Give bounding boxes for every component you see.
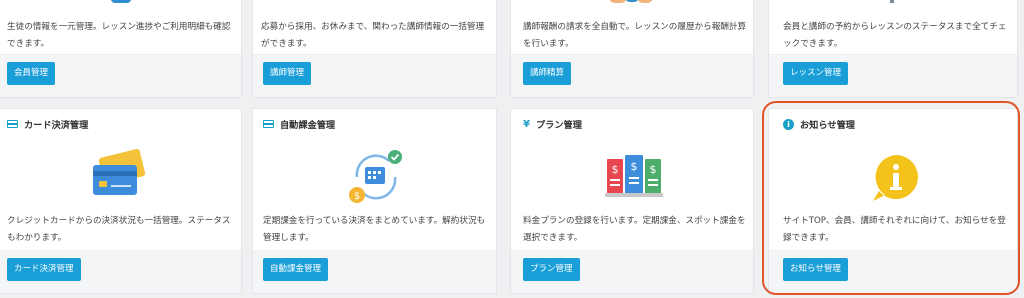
credit-cards-illustration-icon [93,149,146,195]
notice-management-title: お知らせ管理 [800,120,855,131]
card-footer: レッスン管理 [769,54,1017,97]
svg-text:$: $ [650,163,657,176]
member-management-desc: 生徒の情報を一元管理。レッスン進捗やご利用明細も確認できます。 [7,22,231,49]
price-plans-illustration-icon: $ $ $ [605,155,663,197]
recurring-billing-illustration-icon: $ [349,150,402,203]
member-illustration-icon [111,0,131,3]
notice-management-card: i お知らせ管理 サイトTOP、会員、講師それぞれに向けて、お知らせを登録できま… [768,108,1018,294]
card-payment-title: カード決済管理 [24,120,89,131]
instructor-management-button[interactable]: 講師管理 [263,62,312,85]
notice-management-header: i お知らせ管理 [783,117,855,131]
member-management-card: 生徒の情報を一元管理。レッスン進捗やご利用明細も確認できます。 会員管理 [0,0,242,98]
credit-card-icon [263,120,274,128]
lesson-management-desc: 会員と講師の予約からレッスンのステータスまで全てチェックできます。 [783,22,1007,49]
card-payment-header: カード決済管理 [7,117,88,131]
auto-billing-button[interactable]: 自動課金管理 [263,258,329,281]
notice-management-button[interactable]: お知らせ管理 [783,258,848,281]
card-footer: カード決済管理 [0,250,241,293]
auto-billing-card: 自動課金管理 $ 定期課金を行っている決済をまとめています。解約状況も管理します… [252,108,497,294]
auto-billing-title: 自動課金管理 [280,120,336,131]
card-payment-button[interactable]: カード決済管理 [7,258,81,281]
notice-management-desc: サイトTOP、会員、講師それぞれに向けて、お知らせを登録できます。 [783,216,1006,243]
card-footer: 会員管理 [0,54,241,97]
card-footer: 自動課金管理 [253,250,496,293]
svg-text:$: $ [354,191,360,202]
info-icon: i [783,118,794,130]
instructor-payment-card: 講師報酬の請求を全自動で。レッスンの履歴から報酬計算を行います。 講師精算 [510,0,754,98]
plan-management-title: プラン管理 [535,120,582,131]
instructor-payment-button[interactable]: 講師精算 [523,62,572,85]
card-footer: 講師精算 [511,54,753,97]
plan-management-header: ¥ プラン管理 [523,117,582,132]
svg-text:$: $ [631,160,638,173]
member-management-button[interactable]: 会員管理 [7,62,56,85]
credit-card-icon [7,120,18,128]
card-footer: お知らせ管理 [769,250,1017,293]
lesson-management-card: 会員と講師の予約からレッスンのステータスまで全てチェックできます。 レッスン管理 [768,0,1018,98]
card-footer: 講師管理 [253,54,496,97]
plan-management-desc: 料金プランの登録を行います。定期課金、スポット課金を選択できます。 [523,216,746,243]
instructor-management-desc: 応募から採用、お休みまで、関わった講師情報の一括管理ができます。 [261,22,485,49]
plan-management-card: ¥ プラン管理 $ $ $ 料金プランの登録を行います。定期課金、スポット課金を… [510,108,754,294]
svg-text:$: $ [612,163,619,176]
monitor-illustration-icon [877,0,907,3]
yen-icon: ¥ [523,118,530,130]
card-payment-card: カード決済管理 クレジットカードからの決済状況も一括管理。ステータスもわかります… [0,108,242,294]
card-payment-desc: クレジットカードからの決済状況も一括管理。ステータスもわかります。 [7,216,231,243]
info-bubble-illustration-icon [873,155,918,201]
instructor-payment-desc: 講師報酬の請求を全自動で。レッスンの履歴から報酬計算を行います。 [523,22,747,49]
handshake-illustration-icon [609,0,653,4]
plan-management-button[interactable]: プラン管理 [523,258,580,281]
auto-billing-header: 自動課金管理 [263,117,335,131]
lesson-management-button[interactable]: レッスン管理 [783,62,849,85]
card-footer: プラン管理 [511,250,753,293]
auto-billing-desc: 定期課金を行っている決済をまとめています。解約状況も管理します。 [263,216,486,243]
instructor-management-card: 応募から採用、お休みまで、関わった講師情報の一括管理ができます。 講師管理 [252,0,497,98]
